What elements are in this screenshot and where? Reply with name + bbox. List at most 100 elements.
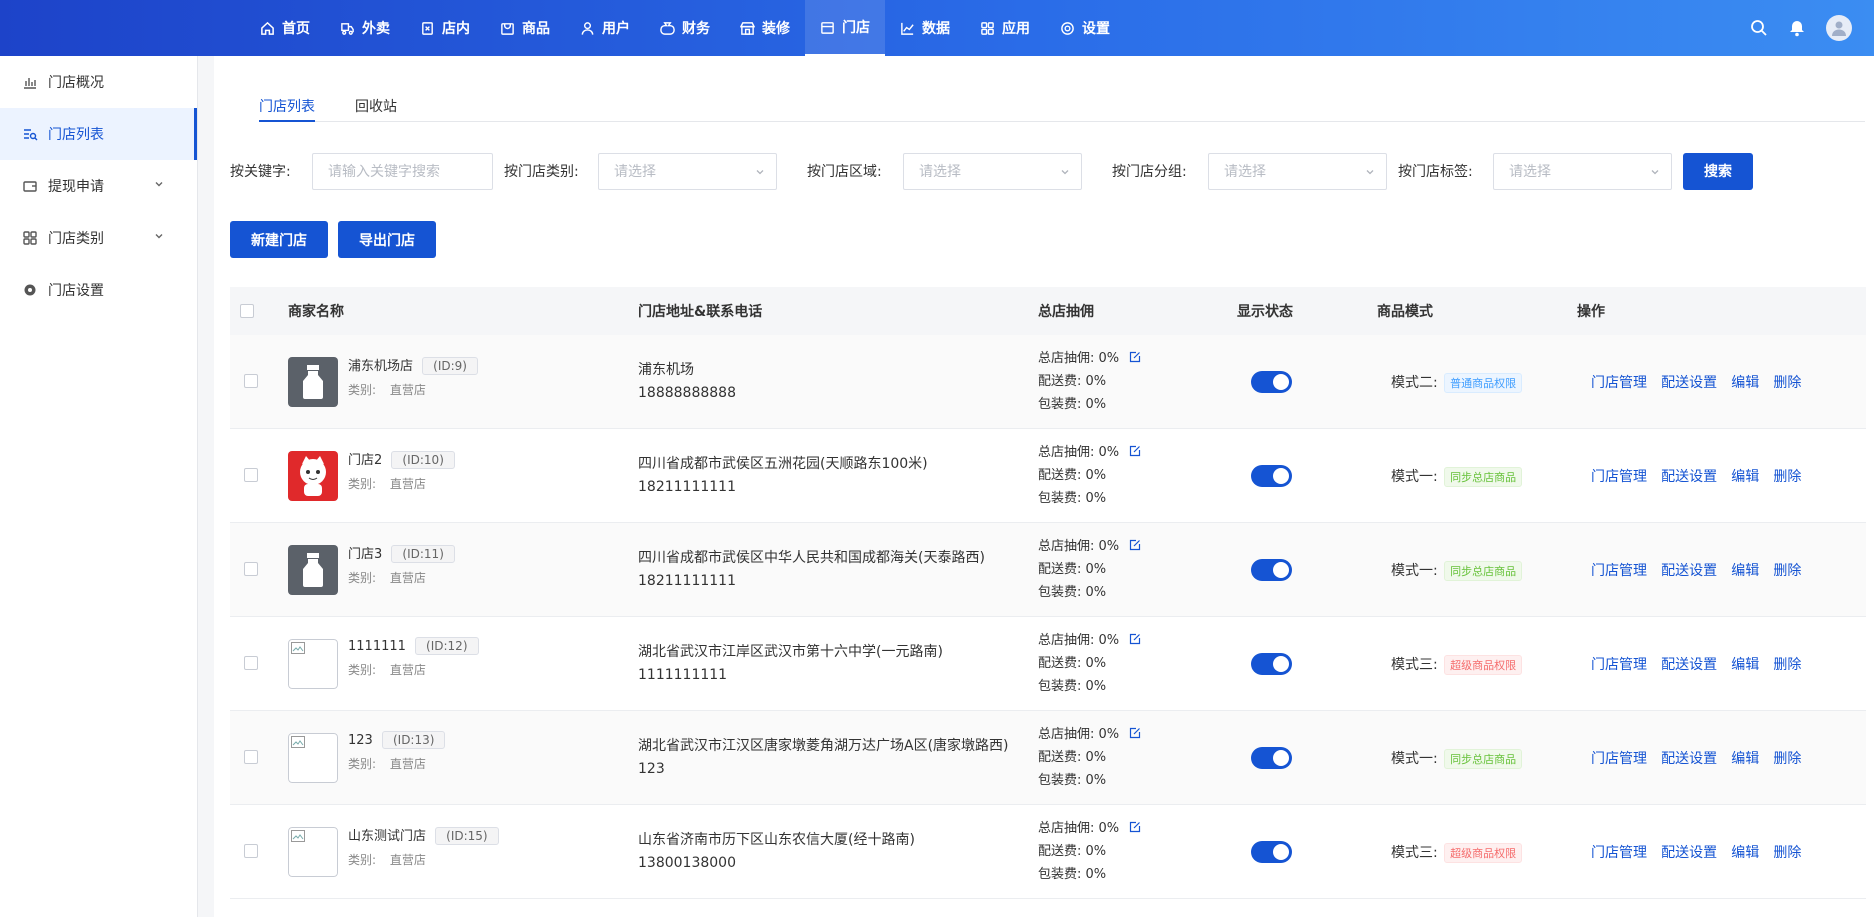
mode-tag: 同步总店商品 — [1444, 467, 1523, 487]
nav-item-label: 数据 — [922, 21, 950, 37]
nav-item-label: 门店 — [842, 20, 870, 36]
packing-fee-line: 包装费: 0% — [1038, 581, 1141, 604]
edit-icon[interactable] — [1129, 821, 1141, 833]
nav-item-label: 首页 — [282, 21, 310, 37]
nav-item-user[interactable]: 用户 — [565, 0, 645, 56]
edit-link[interactable]: 编辑 — [1731, 375, 1759, 391]
finance-icon — [660, 21, 675, 35]
delete-link[interactable]: 删除 — [1773, 751, 1801, 767]
edit-link[interactable]: 编辑 — [1731, 751, 1759, 767]
sidebar-item-store-list[interactable]: 门店列表 — [0, 108, 197, 160]
avatar[interactable] — [1826, 15, 1852, 41]
tag-select[interactable]: 请选择 — [1493, 152, 1672, 190]
nav-item-decoration[interactable]: 装修 — [725, 0, 805, 56]
search-icon[interactable] — [1750, 19, 1768, 37]
display-status-toggle[interactable] — [1251, 653, 1292, 675]
store-name-block: 浦东机场店 (ID:9) 类别: 直营店 — [348, 355, 478, 398]
store-manage-link[interactable]: 门店管理 — [1591, 469, 1647, 485]
delivery-settings-link[interactable]: 配送设置 — [1661, 563, 1717, 579]
delete-link[interactable]: 删除 — [1773, 469, 1801, 485]
store-phone: 13800138000 — [638, 855, 736, 871]
store-address: 浦东机场 — [638, 362, 694, 378]
category-select-value: 请选择 — [614, 164, 656, 180]
store-category: 类别: 直营店 — [348, 755, 445, 772]
edit-link[interactable]: 编辑 — [1731, 563, 1759, 579]
commission-line: 总店抽佣: 0% — [1038, 441, 1141, 464]
goods-mode: 模式一: 同步总店商品 — [1391, 560, 1523, 581]
nav-item-dine-in[interactable]: 店内 — [405, 0, 485, 56]
row-checkbox[interactable] — [244, 562, 258, 576]
nav-item-store[interactable]: 门店 — [805, 0, 885, 56]
delete-link[interactable]: 删除 — [1773, 845, 1801, 861]
nav-item-finance[interactable]: 财务 — [645, 0, 725, 56]
tab-recycle-bin[interactable]: 回收站 — [355, 86, 397, 122]
tab-store-list[interactable]: 门店列表 — [259, 86, 315, 122]
nav-item-delivery[interactable]: 外卖 — [325, 0, 405, 56]
goods-icon — [501, 22, 514, 35]
sidebar-item-store-settings[interactable]: 门店设置 — [0, 264, 197, 316]
edit-icon[interactable] — [1129, 351, 1141, 363]
store-manage-link[interactable]: 门店管理 — [1591, 657, 1647, 673]
mode-tag: 超级商品权限 — [1444, 655, 1523, 675]
store-manage-link[interactable]: 门店管理 — [1591, 845, 1647, 861]
table-body: 浦东机场店 (ID:9) 类别: 直营店 浦东机场 18888888888 总店… — [230, 335, 1866, 899]
dine-in-icon — [422, 21, 433, 35]
edit-icon[interactable] — [1129, 445, 1141, 457]
nav-item-goods[interactable]: 商品 — [485, 0, 565, 56]
delivery-settings-link[interactable]: 配送设置 — [1661, 845, 1717, 861]
search-button[interactable]: 搜索 — [1683, 152, 1753, 190]
delivery-settings-link[interactable]: 配送设置 — [1661, 751, 1717, 767]
group-select[interactable]: 请选择 — [1208, 152, 1387, 190]
address-block: 浦东机场 18888888888 — [638, 359, 736, 405]
edit-link[interactable]: 编辑 — [1731, 469, 1759, 485]
gear-icon — [24, 284, 36, 296]
bell-icon[interactable] — [1788, 19, 1806, 37]
edit-icon[interactable] — [1129, 633, 1141, 645]
delivery-settings-link[interactable]: 配送设置 — [1661, 375, 1717, 391]
row-checkbox[interactable] — [244, 750, 258, 764]
edit-link[interactable]: 编辑 — [1731, 657, 1759, 673]
nav-item-home[interactable]: 首页 — [245, 0, 325, 56]
display-status-toggle[interactable] — [1251, 465, 1292, 487]
edit-link[interactable]: 编辑 — [1731, 845, 1759, 861]
new-store-button[interactable]: 新建门店 — [230, 221, 328, 258]
sidebar-item-store-category[interactable]: 门店类别 — [0, 212, 197, 264]
store-phone: 18211111111 — [638, 573, 736, 589]
row-checkbox[interactable] — [244, 656, 258, 670]
row-operations: 门店管理 配送设置 编辑 删除 — [1591, 842, 1811, 862]
user-avatar-icon — [1832, 21, 1846, 36]
nav-item-data[interactable]: 数据 — [885, 0, 965, 56]
nav-item-apps[interactable]: 应用 — [965, 0, 1045, 56]
keyword-search-input[interactable]: 请输入关键字搜索 — [312, 152, 493, 190]
select-all-checkbox[interactable] — [240, 304, 254, 318]
display-status-toggle[interactable] — [1251, 559, 1292, 581]
nav-item-settings[interactable]: 设置 — [1045, 0, 1125, 56]
region-select[interactable]: 请选择 — [903, 152, 1082, 190]
display-status-toggle[interactable] — [1251, 747, 1292, 769]
delete-link[interactable]: 删除 — [1773, 375, 1801, 391]
store-id-badge: (ID:13) — [381, 731, 446, 749]
display-status-toggle[interactable] — [1251, 841, 1292, 863]
category-select[interactable]: 请选择 — [598, 152, 777, 190]
store-manage-link[interactable]: 门店管理 — [1591, 751, 1647, 767]
edit-icon[interactable] — [1129, 539, 1141, 551]
row-checkbox[interactable] — [244, 374, 258, 388]
filter-bar: 按关键字: 请输入关键字搜索 按门店类别: 请选择 按门店区域: 请选择 按门店… — [230, 152, 1753, 190]
row-checkbox[interactable] — [244, 468, 258, 482]
delivery-settings-link[interactable]: 配送设置 — [1661, 469, 1717, 485]
store-manage-link[interactable]: 门店管理 — [1591, 563, 1647, 579]
store-manage-link[interactable]: 门店管理 — [1591, 375, 1647, 391]
broken-image-icon — [291, 736, 305, 748]
display-status-toggle[interactable] — [1251, 371, 1292, 393]
sidebar-item-store-overview[interactable]: 门店概况 — [0, 56, 197, 108]
mode-label: 模式三: — [1391, 657, 1438, 673]
delivery-settings-link[interactable]: 配送设置 — [1661, 657, 1717, 673]
mode-label: 模式一: — [1391, 563, 1438, 579]
delete-link[interactable]: 删除 — [1773, 563, 1801, 579]
sidebar-item-withdraw[interactable]: 提现申请 — [0, 160, 197, 212]
delete-link[interactable]: 删除 — [1773, 657, 1801, 673]
export-store-button[interactable]: 导出门店 — [338, 221, 436, 258]
row-checkbox[interactable] — [244, 844, 258, 858]
store-phone: 18888888888 — [638, 385, 736, 401]
edit-icon[interactable] — [1129, 727, 1141, 739]
